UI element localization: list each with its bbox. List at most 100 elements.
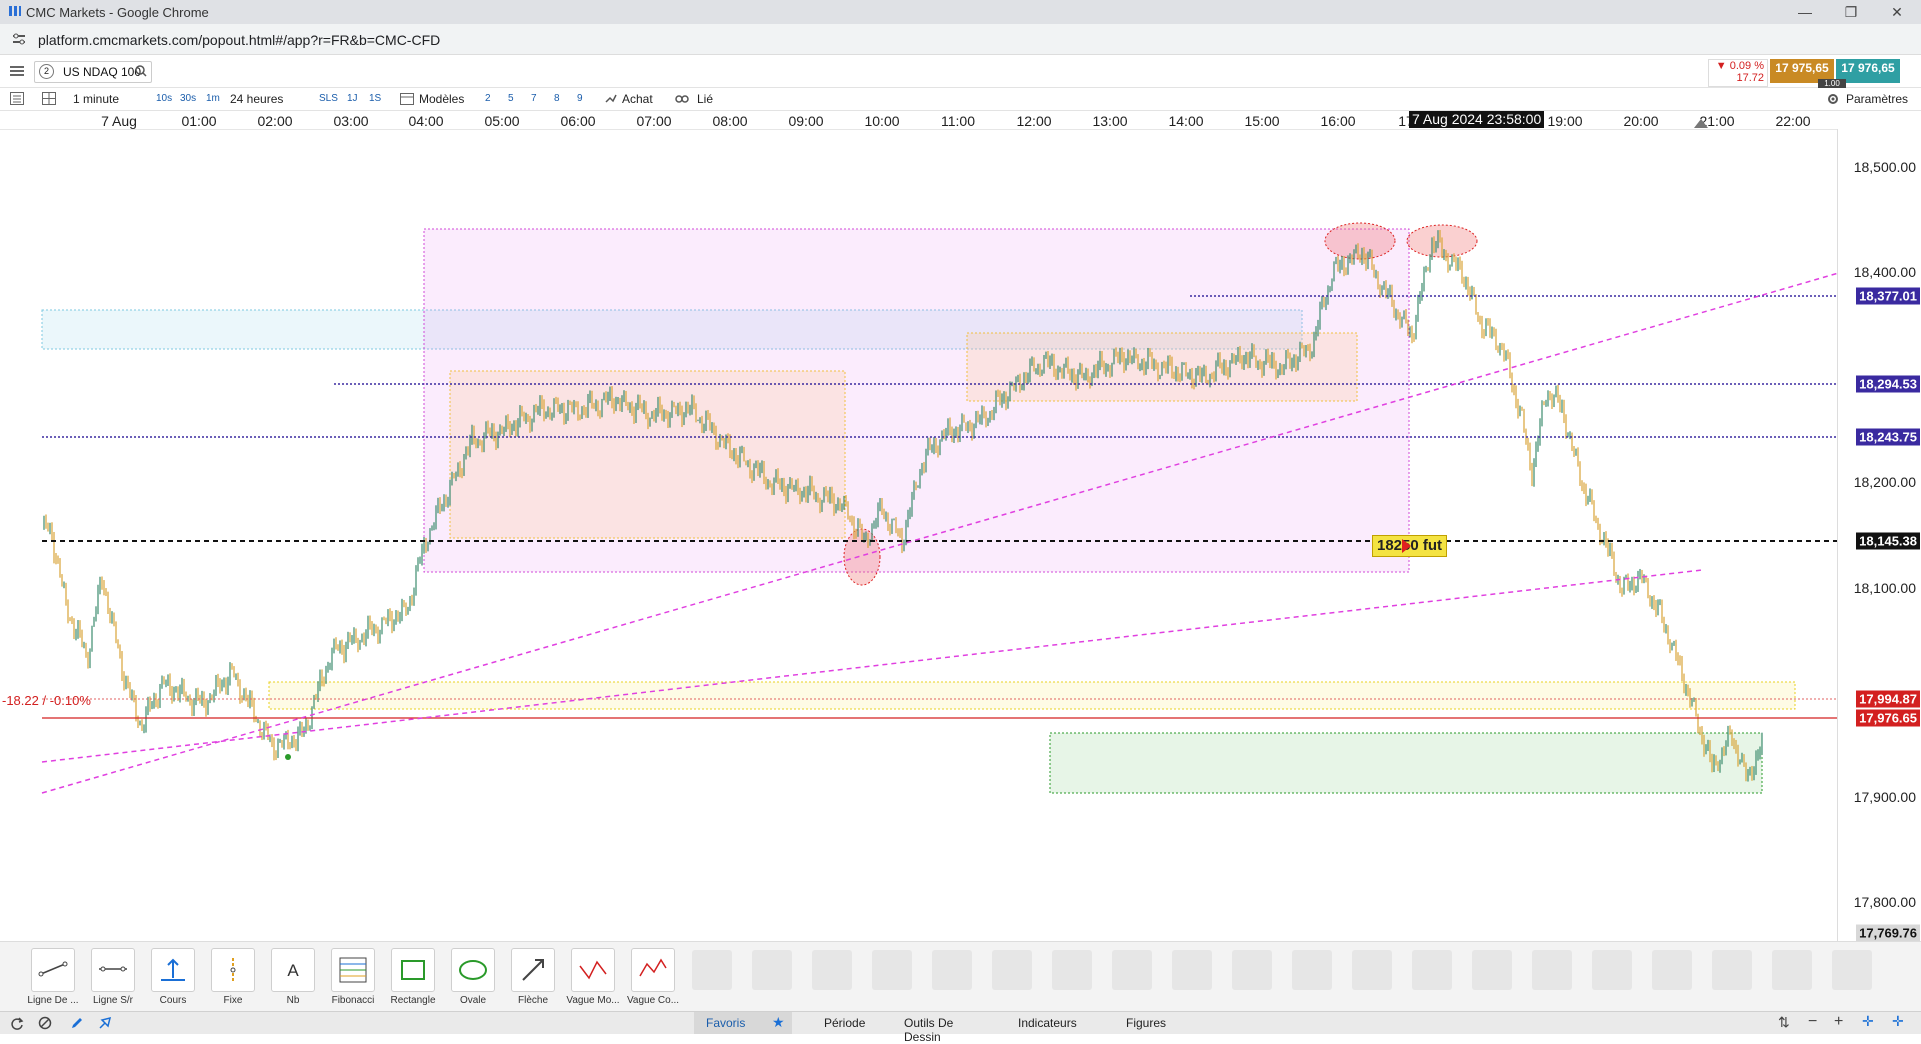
gear-icon[interactable] [1826,92,1840,106]
price-tick-label: 18,100.00 [1853,580,1916,596]
zone-yellow[interactable] [268,681,1796,710]
one-week-button[interactable]: 1S [369,93,381,104]
grid-icon[interactable] [42,92,56,105]
price-tick-label: 18,500.00 [1853,159,1916,175]
draw-tool-sr-line[interactable]: Ligne S/r [83,948,143,1006]
draw-tool-button[interactable] [451,948,495,992]
empty-tool-slot[interactable] [1532,950,1572,990]
empty-tool-slot[interactable] [1052,950,1092,990]
empty-tool-slot[interactable] [1112,950,1152,990]
zoom-out-icon[interactable]: − [1808,1013,1817,1031]
interval-select[interactable]: 1 minute [73,92,119,106]
models-button[interactable]: Modèles [419,92,464,106]
empty-tool-slot[interactable] [1592,950,1632,990]
restore-icon[interactable]: ❐ [1836,2,1866,22]
empty-tool-slot[interactable] [1172,950,1212,990]
zone-orange-1[interactable] [449,370,846,539]
draw-tool-fibonacci[interactable]: Fibonacci [323,948,383,1006]
menu-icon[interactable] [10,65,24,77]
time-axis-label: 03:00 [333,113,369,129]
draw-tool-price[interactable]: Cours [143,948,203,1006]
drawing-toolbar: Ligne De ... Ligne S/r Cours Fixe A Nb Fibonac… [0,941,1921,1012]
draw-tool-wave[interactable]: Vague Mo... [563,948,623,1006]
empty-tool-slot[interactable] [1412,950,1452,990]
text-icon: A [287,961,299,980]
draw-tool-text[interactable]: A Nb [263,948,323,1006]
draw-tool-button[interactable] [91,948,135,992]
draw-tool-button[interactable] [631,948,675,992]
url-text[interactable]: platform.cmcmarkets.com/popout.html#/app… [38,32,440,48]
interval-1m[interactable]: 1m [206,93,220,104]
empty-tool-slot[interactable] [1232,950,1272,990]
address-bar[interactable]: platform.cmcmarkets.com/popout.html#/app… [0,24,1921,55]
empty-tool-slot[interactable] [1832,950,1872,990]
interval-10s[interactable]: 10s [156,93,172,104]
draw-tool-button[interactable] [511,948,555,992]
linked-button[interactable]: Lié [697,92,713,106]
scale-icon[interactable]: ⇅ [1778,1014,1790,1031]
empty-tool-slot[interactable] [1352,950,1392,990]
count-5[interactable]: 5 [508,93,514,104]
crosshair-icon[interactable]: ✛ [1892,1013,1904,1030]
settings-button[interactable]: Paramètres [1846,92,1908,106]
empty-tool-slot[interactable] [1292,950,1332,990]
draw-tool-button[interactable] [31,948,75,992]
buy-mode-button[interactable]: Achat [622,92,653,106]
draw-tool-corrective-wave[interactable]: Vague Co... [623,948,683,1006]
minimize-icon[interactable]: — [1790,2,1820,22]
marker-ellipse-top-1[interactable] [1324,222,1396,260]
draw-tool-button[interactable] [151,948,195,992]
interval-30s[interactable]: 30s [180,93,196,104]
price-chart[interactable] [0,129,1921,941]
count-8[interactable]: 8 [554,93,560,104]
price-tag-line-4: 18,145.38 [1856,532,1920,550]
time-axis-label: 02:00 [257,113,293,129]
empty-tool-slot[interactable] [812,950,852,990]
time-axis-label: 12:00 [1016,113,1052,129]
no-entry-icon[interactable] [38,1016,52,1030]
count-7[interactable]: 7 [531,93,537,104]
zoom-in-icon[interactable]: + [1834,1013,1843,1031]
count-9[interactable]: 9 [577,93,583,104]
draw-tool-rectangle[interactable]: Rectangle [383,948,443,1006]
tab-indicators[interactable]: Indicateurs [1000,1012,1090,1034]
empty-tool-slot[interactable] [1652,950,1692,990]
site-settings-icon[interactable] [12,33,26,45]
layout-icon[interactable] [10,92,24,105]
one-day-button[interactable]: 1J [347,93,358,104]
draw-tool-button[interactable]: A [271,948,315,992]
draw-tool-arrow[interactable]: Flèche [503,948,563,1006]
tab-figures[interactable]: Figures [1100,1012,1190,1034]
tab-drawing-tools[interactable]: Outils De Dessin [892,1012,992,1044]
marker-dot[interactable] [285,754,291,760]
magnet-icon[interactable] [98,1016,112,1030]
tab-period[interactable]: Période [800,1012,890,1034]
close-icon[interactable]: ✕ [1882,2,1912,22]
draw-tool-button[interactable] [391,948,435,992]
refresh-icon[interactable] [10,1016,24,1030]
empty-tool-slot[interactable] [692,950,732,990]
period-select[interactable]: 24 heures [230,92,283,106]
empty-tool-slot[interactable] [1772,950,1812,990]
draw-tool-button[interactable] [331,948,375,992]
tab-favorites[interactable]: Favoris ★ [694,1012,792,1034]
empty-tool-slot[interactable] [1712,950,1752,990]
draw-tool-oval[interactable]: Ovale [443,948,503,1006]
draw-tool-line[interactable]: Ligne De ... [23,948,83,1006]
empty-tool-slot[interactable] [1472,950,1512,990]
draw-tool-button[interactable] [211,948,255,992]
empty-tool-slot[interactable] [992,950,1032,990]
zone-green[interactable] [1049,732,1763,794]
draw-tool-label: Vague Co... [626,995,680,1006]
empty-tool-slot[interactable] [752,950,792,990]
count-2[interactable]: 2 [485,93,491,104]
pencil-icon[interactable] [70,1016,84,1030]
empty-tool-slot[interactable] [932,950,972,990]
draw-tool-fixed[interactable]: Fixe [203,948,263,1006]
empty-tool-slot[interactable] [872,950,912,990]
search-icon[interactable] [135,65,147,77]
fit-icon[interactable]: ✛ [1862,1013,1874,1030]
instrument-selector[interactable]: 2 US NDAQ 100 [34,61,152,83]
sls-button[interactable]: SLS [319,93,338,104]
draw-tool-button[interactable] [571,948,615,992]
